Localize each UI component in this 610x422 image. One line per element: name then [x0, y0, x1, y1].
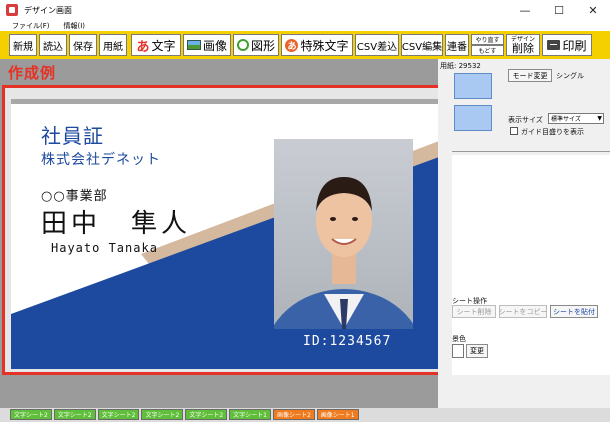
guide-checkbox[interactable] [510, 127, 518, 135]
menu-bar: ファイル(F) 情報(I) [0, 20, 610, 31]
card-romaji[interactable]: Hayato Tanaka [51, 241, 158, 255]
sheet-tab[interactable]: 文字シート2 [53, 409, 96, 420]
sheet-tab[interactable]: 文字シート2 [97, 409, 140, 420]
serial-number-button[interactable]: 連番 [445, 34, 469, 56]
sheet-tab[interactable]: 画像シート1 [316, 409, 359, 420]
shape-button[interactable]: 図形 [233, 34, 279, 56]
sheet-tab[interactable]: 文字シート2 [10, 409, 52, 420]
csv-insert-button[interactable]: CSV差込 [355, 34, 399, 56]
undo-button[interactable]: もどす [471, 45, 504, 56]
text-button[interactable]: あ 文字 [131, 34, 181, 56]
card-name[interactable]: 田中 隼人 [41, 203, 191, 240]
properties-panel: 用紙: 29532 モード変更 シングル 表示サイズ 標準サイズ ▼ ガイド目盛… [438, 59, 610, 409]
menu-file[interactable]: ファイル(F) [12, 21, 50, 31]
special-text-label: 特殊文字 [300, 38, 349, 53]
guide-label: ガイド目盛りを表示 [521, 128, 584, 136]
redo-button[interactable]: やり直す [471, 34, 504, 45]
maximize-icon[interactable]: ☐ [542, 0, 576, 20]
panel-divider [452, 151, 610, 152]
layer-list-area[interactable] [452, 155, 610, 375]
shape-button-label: 図形 [250, 38, 275, 53]
text-icon: あ [136, 39, 150, 55]
minimize-icon[interactable]: — [508, 0, 542, 20]
window-title: デザイン画面 [24, 5, 72, 15]
special-text-button[interactable]: あ 特殊文字 [281, 34, 353, 56]
display-size-value: 標準サイズ [551, 116, 581, 123]
sheet-copy-button[interactable]: シートをコピー [499, 305, 548, 318]
sheet-delete-button[interactable]: シート削除 [452, 305, 496, 318]
main-toolbar: 新規 読込 保存 用紙 あ 文字 画像 図形 あ 特殊文字 CSV差込 CSV編… [0, 31, 610, 59]
sheet-paste-button[interactable]: シートを貼付 [550, 305, 598, 318]
window-controls: — ☐ ✕ [508, 0, 610, 20]
paper-info: 用紙: 29532 [440, 62, 481, 70]
sheet-tab[interactable]: 画像シート2 [272, 409, 315, 420]
design-delete-button[interactable]: デザイン 削除 [506, 34, 540, 56]
id-card-canvas[interactable]: 社員証 株式会社デネット ○○事業部 田中 隼人 Hayato Tanaka I… [11, 99, 439, 369]
card-company[interactable]: 株式会社デネット [41, 149, 161, 169]
circle-shape-icon [237, 39, 249, 51]
image-button[interactable]: 画像 [183, 34, 231, 56]
display-size-select[interactable]: 標準サイズ ▼ [548, 113, 604, 124]
title-bar: デザイン画面 — ☐ ✕ [0, 0, 610, 20]
chevron-down-icon: ▼ [597, 115, 602, 122]
redo-undo-group: やり直す もどす [471, 34, 504, 56]
menu-info[interactable]: 情報(I) [64, 21, 86, 31]
text-button-label: 文字 [151, 38, 176, 53]
print-button[interactable]: 印刷 [542, 34, 592, 56]
new-button[interactable]: 新規 [9, 34, 37, 56]
load-button[interactable]: 読込 [39, 34, 67, 56]
sheet-tab[interactable]: 文字シート2 [141, 409, 184, 420]
paper-button[interactable]: 用紙 [99, 34, 127, 56]
color-swatch-2[interactable] [454, 105, 492, 131]
bg-color-label: 景色 [452, 335, 466, 343]
image-button-label: 画像 [202, 38, 227, 53]
save-button[interactable]: 保存 [69, 34, 97, 56]
mode-change-button[interactable]: モード変更 [508, 69, 552, 82]
card-top-bar [11, 99, 439, 104]
sheet-tab[interactable]: 文字シート2 [185, 409, 228, 420]
change-color-button[interactable]: 変更 [466, 344, 488, 358]
mode-value: シングル [556, 72, 584, 80]
csv-edit-button[interactable]: CSV編集 [401, 34, 443, 56]
sheet-tab[interactable]: 文字シート1 [229, 409, 271, 420]
example-label: 作成例 [8, 64, 57, 82]
app-icon [6, 4, 18, 16]
printer-icon [547, 40, 561, 50]
sheet-tab-bar: 文字シート2 文字シート2 文字シート2 文字シート2 文字シート2 文字シート… [10, 409, 361, 420]
bg-color-swatch[interactable] [452, 344, 464, 358]
design-delete-label: 削除 [512, 41, 534, 55]
image-icon [187, 40, 201, 50]
print-button-label: 印刷 [562, 38, 587, 53]
color-swatch-1[interactable] [454, 73, 492, 99]
card-employee-id[interactable]: ID:1234567 [303, 334, 391, 349]
special-text-icon: あ [285, 38, 299, 52]
employee-photo[interactable] [274, 139, 413, 329]
card-title[interactable]: 社員証 [41, 120, 104, 149]
card-department[interactable]: ○○事業部 [41, 185, 108, 204]
person-photo-illustration [274, 177, 413, 329]
close-icon[interactable]: ✕ [576, 0, 610, 20]
display-size-label: 表示サイズ [508, 116, 543, 124]
